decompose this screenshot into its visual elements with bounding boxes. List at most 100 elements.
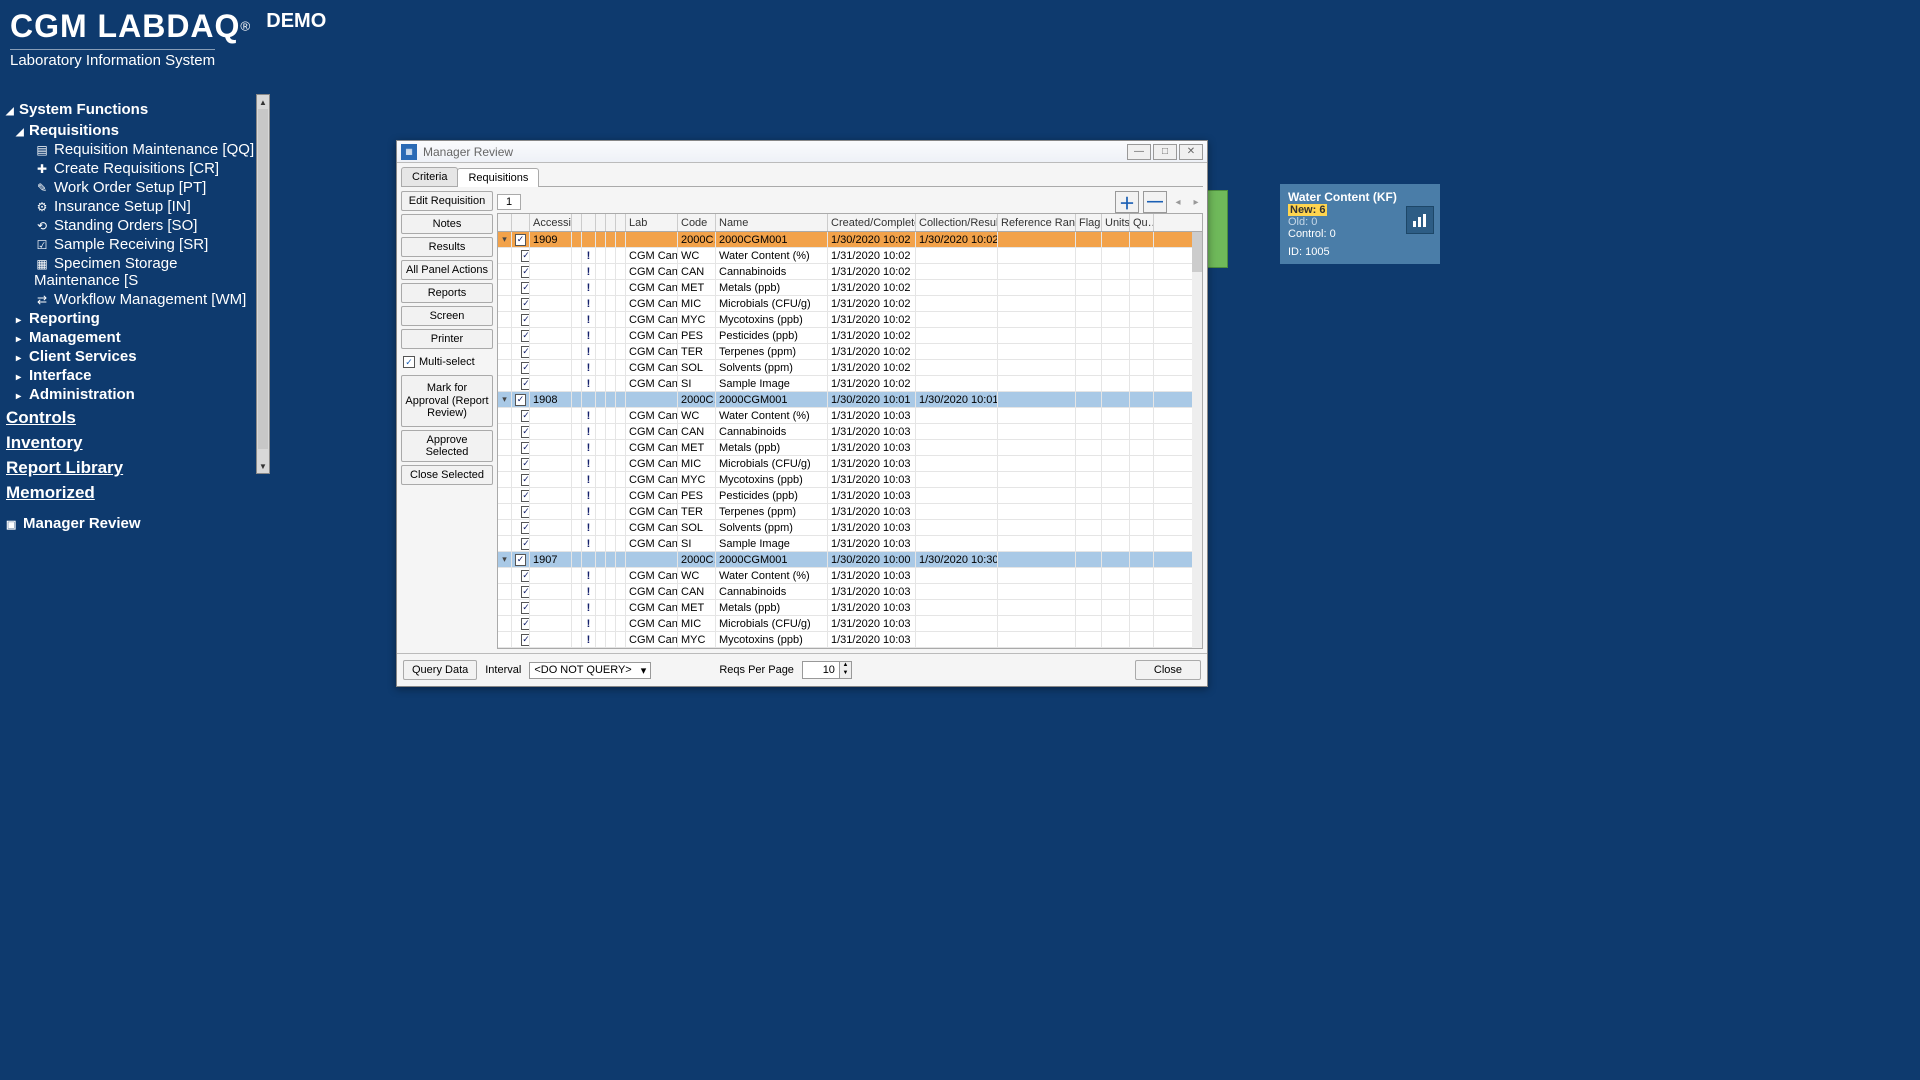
minimize-button[interactable]: — bbox=[1127, 144, 1151, 160]
close-selected-button[interactable]: Close Selected bbox=[401, 465, 493, 485]
row-checkbox[interactable]: ✓ bbox=[521, 586, 530, 598]
nav-item[interactable]: ⚙Insurance Setup [IN] bbox=[34, 197, 264, 216]
grid-child-row[interactable]: ✓!CGM Can…WCWater Content (%)1/31/2020 1… bbox=[498, 248, 1202, 264]
grid-child-row[interactable]: ✓!CGM Can…CANCannabinoids1/31/2020 10:02… bbox=[498, 264, 1202, 280]
grid-child-row[interactable]: ✓!CGM Can…MICMicrobials (CFU/g)1/31/2020… bbox=[498, 296, 1202, 312]
row-checkbox[interactable]: ✓ bbox=[521, 282, 530, 294]
nav-root[interactable]: Inventory bbox=[6, 432, 264, 454]
scroll-up-icon[interactable]: ▲ bbox=[257, 95, 269, 109]
grid-parent-row[interactable]: ▾✓19072000C…2000CGM0011/30/2020 10:001/3… bbox=[498, 552, 1202, 568]
nav-item[interactable]: ▦Specimen Storage Maintenance [S bbox=[34, 254, 264, 290]
grid-child-row[interactable]: ✓!CGM Can…MICMicrobials (CFU/g)1/31/2020… bbox=[498, 456, 1202, 472]
page-tab-1[interactable]: 1 bbox=[497, 194, 521, 210]
row-checkbox[interactable]: ✓ bbox=[521, 570, 530, 582]
nav-root[interactable]: Report Library bbox=[6, 457, 264, 479]
maximize-button[interactable]: □ bbox=[1153, 144, 1177, 160]
nav-item[interactable]: ▤Requisition Maintenance [QQ] bbox=[34, 140, 264, 159]
add-button[interactable]: ＋ bbox=[1115, 191, 1139, 213]
grid-child-row[interactable]: ✓!CGM Can…SOLSolvents (ppm)1/31/2020 10:… bbox=[498, 360, 1202, 376]
row-checkbox[interactable]: ✓ bbox=[521, 474, 530, 486]
nav-item[interactable]: ✚Create Requisitions [CR] bbox=[34, 159, 264, 178]
scroll-down-icon[interactable]: ▼ bbox=[257, 459, 269, 473]
grid-child-row[interactable]: ✓!CGM Can…TERTerpenes (ppm)1/31/2020 10:… bbox=[498, 504, 1202, 520]
grid-scrollbar[interactable] bbox=[1192, 232, 1202, 648]
row-checkbox[interactable]: ✓ bbox=[521, 522, 530, 534]
grid-child-row[interactable]: ✓!CGM Can…SISample Image1/31/2020 10:03 … bbox=[498, 536, 1202, 552]
row-checkbox[interactable]: ✓ bbox=[521, 378, 530, 390]
grid-child-row[interactable]: ✓!CGM Can…CANCannabinoids1/31/2020 10:03… bbox=[498, 584, 1202, 600]
grid-child-row[interactable]: ✓!CGM Can…WCWater Content (%)1/31/2020 1… bbox=[498, 568, 1202, 584]
grid-parent-row[interactable]: ▾✓19092000C…2000CGM0011/30/2020 10:021/3… bbox=[498, 232, 1202, 248]
row-checkbox[interactable]: ✓ bbox=[521, 362, 530, 374]
nav-root[interactable]: Controls bbox=[6, 407, 264, 429]
nav-manager-review[interactable]: ▣Manager Review bbox=[6, 514, 264, 533]
grid-child-row[interactable]: ✓!CGM Can…MICMicrobials (CFU/g)1/31/2020… bbox=[498, 616, 1202, 632]
col-lab[interactable]: Lab bbox=[626, 214, 678, 231]
grid-child-row[interactable]: ✓!CGM Can…WCWater Content (%)1/31/2020 1… bbox=[498, 408, 1202, 424]
info-card[interactable]: Water Content (KF) New: 6 Old: 0 Control… bbox=[1280, 184, 1440, 264]
nav-section[interactable]: ▸Interface bbox=[16, 366, 264, 385]
col-flag[interactable]: Flag bbox=[1076, 214, 1102, 231]
nav-system-functions[interactable]: ◢System Functions bbox=[6, 100, 264, 119]
col-code[interactable]: Code bbox=[678, 214, 716, 231]
nav-item[interactable]: ⇄Workflow Management [WM] bbox=[34, 290, 264, 309]
tab-requisitions[interactable]: Requisitions bbox=[457, 168, 539, 187]
approve-selected-button[interactable]: Approve Selected bbox=[401, 430, 493, 462]
row-checkbox[interactable]: ✓ bbox=[521, 410, 530, 422]
query-data-button[interactable]: Query Data bbox=[403, 660, 477, 680]
grid-child-row[interactable]: ✓!CGM Can…METMetals (ppb)1/31/2020 10:02… bbox=[498, 280, 1202, 296]
row-checkbox[interactable]: ✓ bbox=[521, 266, 530, 278]
notes-button[interactable]: Notes bbox=[401, 214, 493, 234]
col-refrange[interactable]: Reference Range bbox=[998, 214, 1076, 231]
grid-child-row[interactable]: ✓!CGM Can…SISample Image1/31/2020 10:02 … bbox=[498, 376, 1202, 392]
grid-child-row[interactable]: ✓!CGM Can…MYCMycotoxins (ppb)1/31/2020 1… bbox=[498, 472, 1202, 488]
grid-child-row[interactable]: ✓!CGM Can…SOLSolvents (ppm)1/31/2020 10:… bbox=[498, 520, 1202, 536]
edit-requisition-button[interactable]: Edit Requisition bbox=[401, 191, 493, 211]
nav-item[interactable]: ⟲Standing Orders [SO] bbox=[34, 216, 264, 235]
row-checkbox[interactable]: ✓ bbox=[521, 298, 530, 310]
grid-child-row[interactable]: ✓!CGM Can…METMetals (ppb)1/31/2020 10:03… bbox=[498, 440, 1202, 456]
spin-up-icon[interactable]: ▲ bbox=[839, 662, 851, 670]
reports-button[interactable]: Reports bbox=[401, 283, 493, 303]
grid-child-row[interactable]: ✓!CGM Can…PESPesticides (ppb)1/31/2020 1… bbox=[498, 488, 1202, 504]
row-checkbox[interactable]: ✓ bbox=[521, 346, 530, 358]
row-checkbox[interactable]: ✓ bbox=[521, 314, 530, 326]
row-checkbox[interactable]: ✓ bbox=[521, 618, 530, 630]
close-button[interactable]: Close bbox=[1135, 660, 1201, 680]
multi-select-toggle[interactable]: ✓ Multi-select bbox=[401, 352, 493, 372]
row-checkbox[interactable]: ✓ bbox=[515, 394, 526, 406]
row-checkbox[interactable]: ✓ bbox=[521, 426, 530, 438]
row-checkbox[interactable]: ✓ bbox=[521, 538, 530, 550]
dock-tab[interactable] bbox=[1206, 190, 1228, 268]
screen-button[interactable]: Screen bbox=[401, 306, 493, 326]
col-qu[interactable]: Qu… bbox=[1130, 214, 1154, 231]
row-checkbox[interactable]: ✓ bbox=[521, 506, 530, 518]
reqs-per-page-input[interactable]: 10 ▲▼ bbox=[802, 661, 852, 679]
grid-scroll-thumb[interactable] bbox=[1192, 232, 1202, 272]
nav-requisitions[interactable]: ◢Requisitions bbox=[16, 121, 264, 140]
row-checkbox[interactable]: ✓ bbox=[521, 634, 530, 646]
dialog-titlebar[interactable]: ▦ Manager Review — □ ✕ bbox=[397, 141, 1207, 163]
col-collection[interactable]: Collection/Result bbox=[916, 214, 998, 231]
sidebar-scrollbar[interactable]: ▲ ▼ bbox=[256, 94, 270, 474]
col-units[interactable]: Units bbox=[1102, 214, 1130, 231]
all-panel-actions-button[interactable]: All Panel Actions bbox=[401, 260, 493, 280]
row-checkbox[interactable]: ✓ bbox=[521, 458, 530, 470]
grid-child-row[interactable]: ✓!CGM Can…PESPesticides (ppb)1/31/2020 1… bbox=[498, 328, 1202, 344]
nav-section[interactable]: ▸Reporting bbox=[16, 309, 264, 328]
row-checkbox[interactable]: ✓ bbox=[515, 234, 526, 246]
printer-button[interactable]: Printer bbox=[401, 329, 493, 349]
row-checkbox[interactable]: ✓ bbox=[521, 250, 530, 262]
nav-item[interactable]: ☑Sample Receiving [SR] bbox=[34, 235, 264, 254]
row-checkbox[interactable]: ✓ bbox=[521, 490, 530, 502]
row-checkbox[interactable]: ✓ bbox=[521, 442, 530, 454]
nav-prev-icon[interactable]: ◂ bbox=[1171, 197, 1185, 208]
row-checkbox[interactable]: ✓ bbox=[521, 602, 530, 614]
nav-section[interactable]: ▸Management bbox=[16, 328, 264, 347]
close-window-button[interactable]: ✕ bbox=[1179, 144, 1203, 160]
nav-section[interactable]: ▸Administration bbox=[16, 385, 264, 404]
nav-next-icon[interactable]: ▸ bbox=[1189, 197, 1203, 208]
results-button[interactable]: Results bbox=[401, 237, 493, 257]
grid-child-row[interactable]: ✓!CGM Can…MYCMycotoxins (ppb)1/31/2020 1… bbox=[498, 312, 1202, 328]
row-checkbox[interactable]: ✓ bbox=[515, 554, 526, 566]
